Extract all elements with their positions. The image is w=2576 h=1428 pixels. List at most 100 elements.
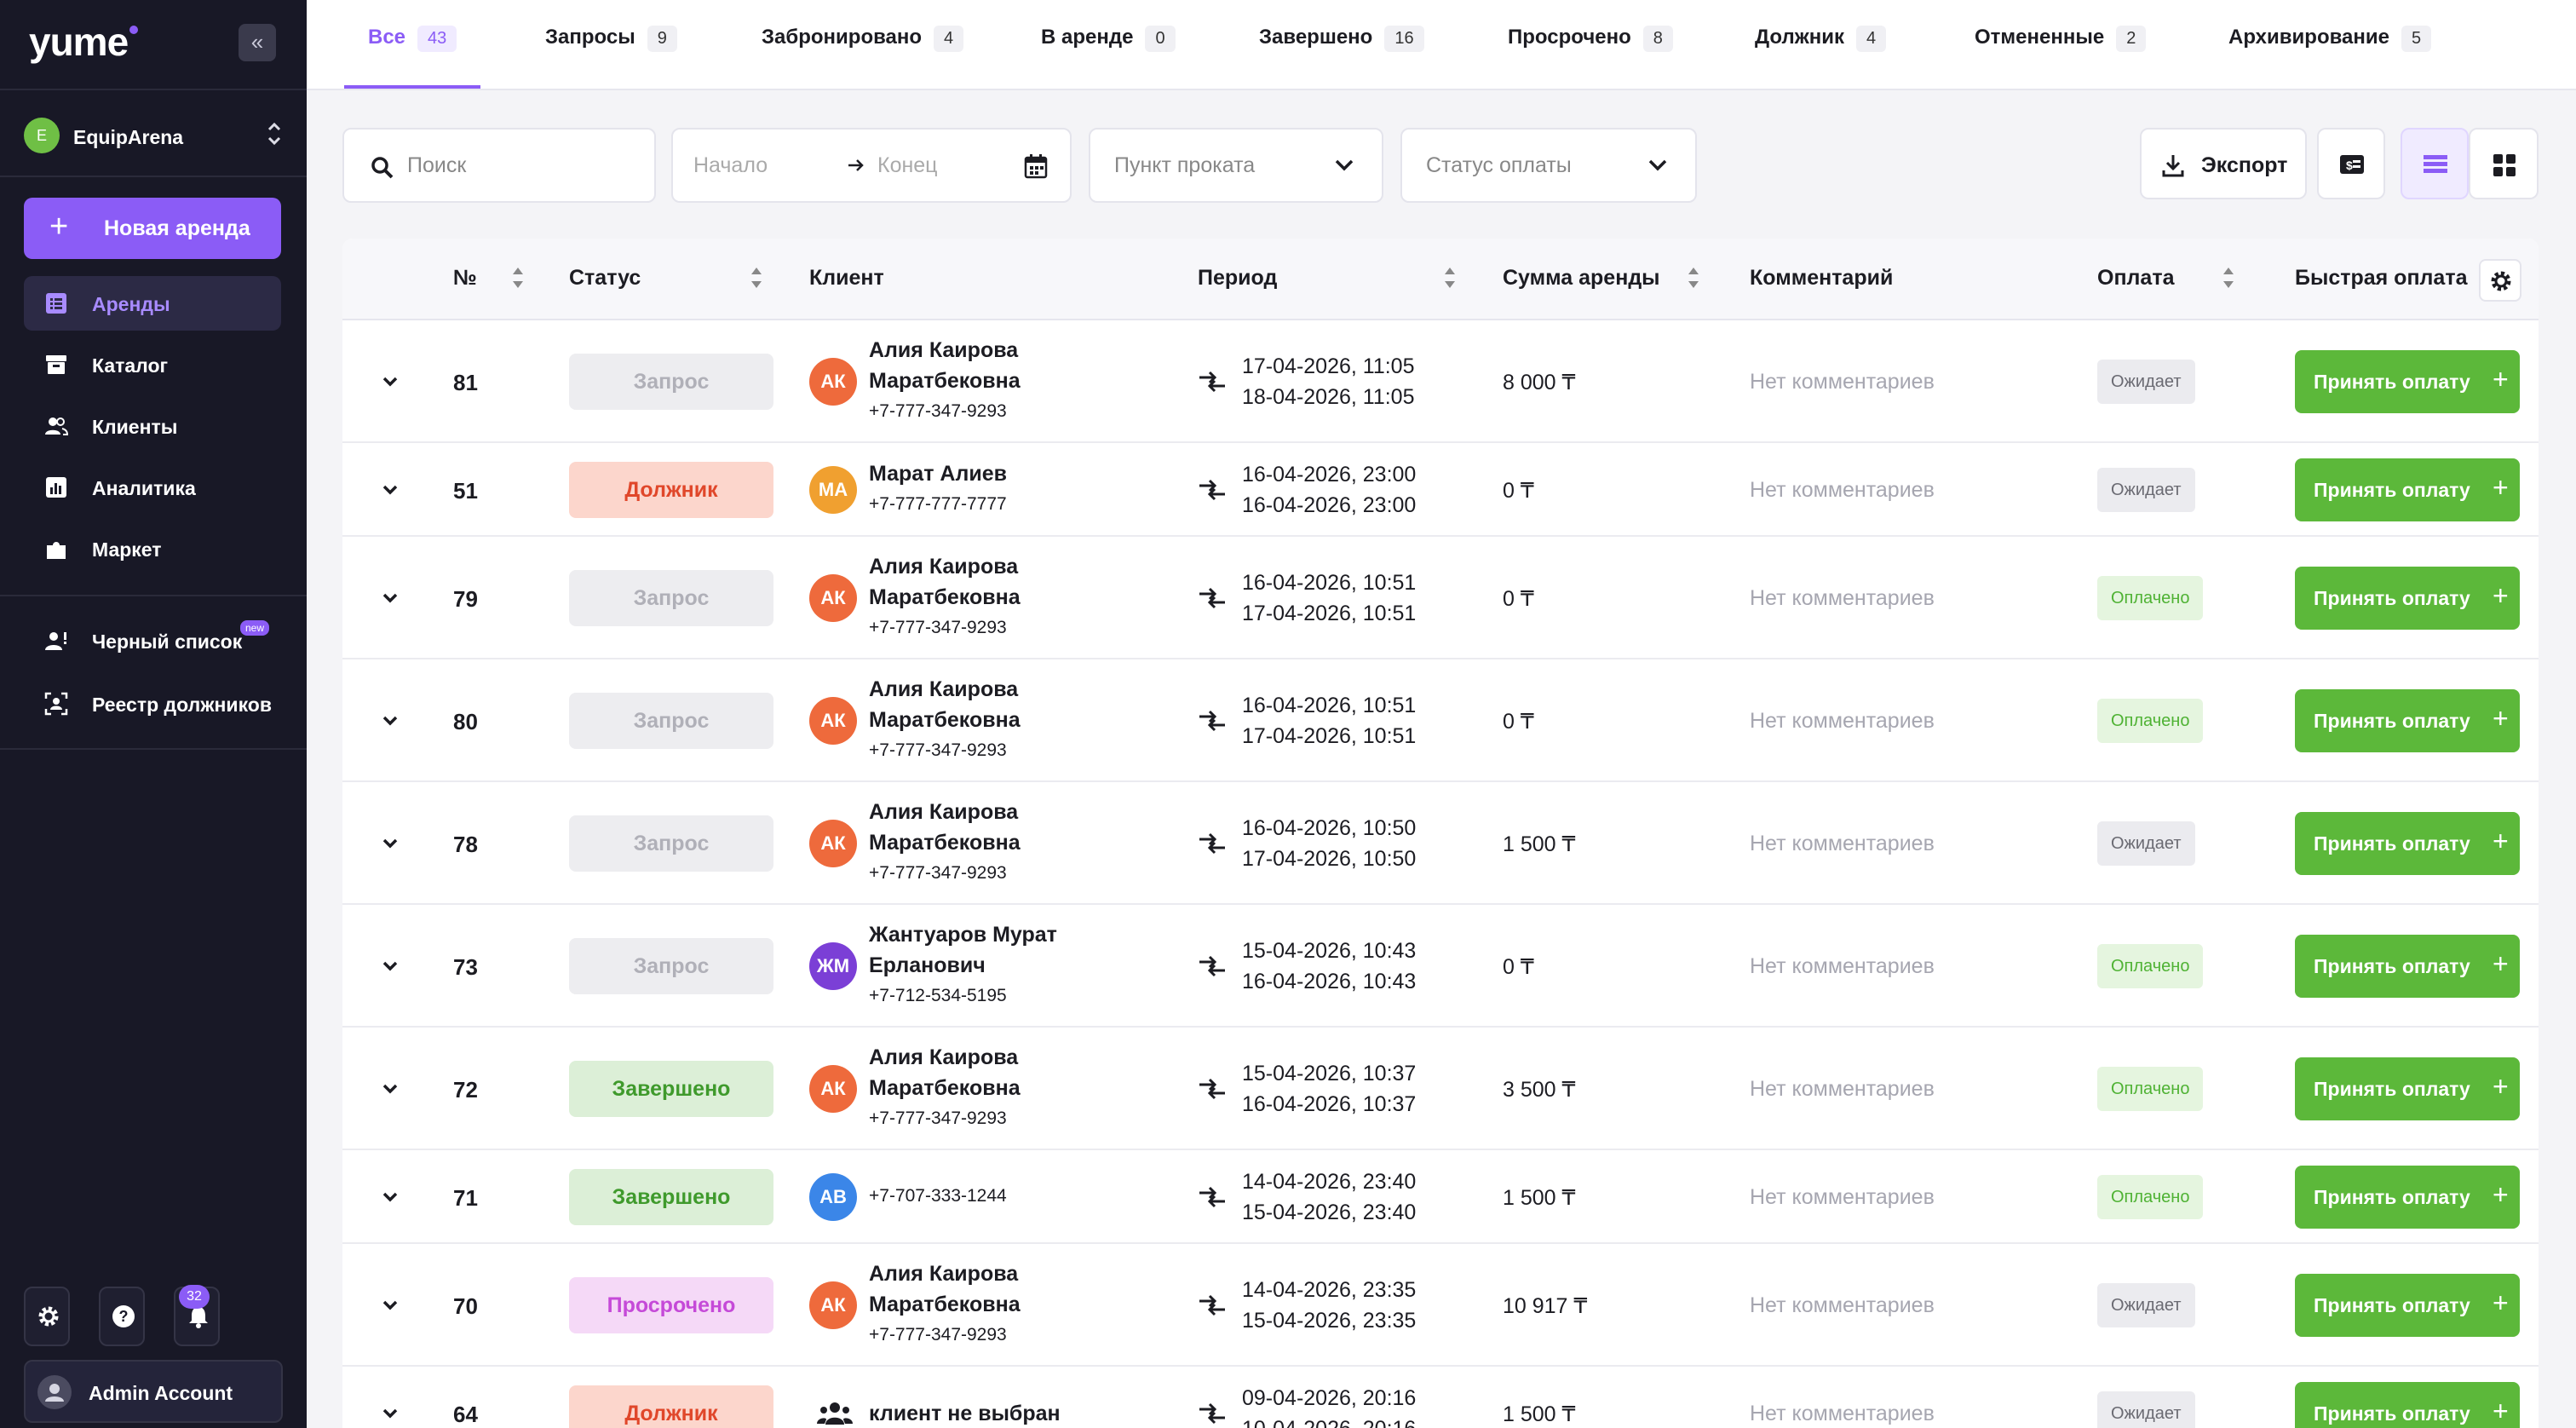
expand-row-chevron-icon[interactable] xyxy=(382,715,399,727)
expand-row-chevron-icon[interactable] xyxy=(382,1083,399,1095)
settings-button[interactable] xyxy=(24,1287,70,1346)
tab-overdue[interactable]: Просрочено 8 xyxy=(1508,26,1673,60)
column-header-period[interactable]: Период xyxy=(1198,266,1277,291)
tab-debtor[interactable]: Должник 4 xyxy=(1755,26,1887,60)
status-badge: Запрос xyxy=(569,938,773,994)
tab-in-rent[interactable]: В аренде 0 xyxy=(1041,26,1176,60)
column-header-amount[interactable]: Сумма аренды xyxy=(1503,266,1660,291)
tab-all[interactable]: Все 43 xyxy=(368,26,457,60)
client-name[interactable]: Алия Каирова xyxy=(869,551,1018,582)
period-arrows-icon xyxy=(1199,1078,1225,1100)
client-name[interactable]: клиент не выбран xyxy=(869,1398,1061,1428)
table-row[interactable]: 78 Запрос АК Алия Каирова Маратбековна +7-777… xyxy=(342,782,2539,905)
column-header-number[interactable]: № xyxy=(453,266,477,291)
rental-location-select[interactable]: Пункт проката xyxy=(1089,128,1383,203)
sidebar-item-blacklist[interactable]: Черный список new xyxy=(24,613,281,668)
period-end: 16-04-2026, 10:43 xyxy=(1242,970,1417,993)
new-rental-button[interactable]: + Новая аренда xyxy=(24,198,281,259)
workspace-switcher[interactable]: E EquipArena xyxy=(24,116,283,157)
workspace-avatar: E xyxy=(24,118,60,153)
client-name-line2[interactable]: Маратбековна xyxy=(869,1289,1021,1320)
sidebar-item-catalog[interactable]: Каталог xyxy=(24,337,281,392)
tab-requests[interactable]: Запросы 9 xyxy=(545,26,677,60)
table-row[interactable]: 51 Должник МА Марат Алиев +7-777-777-7777 16-… xyxy=(342,443,2539,537)
tab-cancelled[interactable]: Отмененные 2 xyxy=(1975,26,2147,60)
table-settings-button[interactable] xyxy=(2479,259,2521,302)
sidebar-item-market[interactable]: Маркет xyxy=(24,521,281,576)
search-input[interactable]: Поиск xyxy=(342,128,656,203)
accept-payment-button[interactable]: Принять оплату + xyxy=(2295,1274,2520,1337)
table-row[interactable]: 64 Должник клиент не выбран 09-04-2026, 20:… xyxy=(342,1367,2539,1428)
expand-row-chevron-icon[interactable] xyxy=(382,960,399,972)
client-name[interactable]: Алия Каирова xyxy=(869,797,1018,827)
client-name[interactable]: Алия Каирова xyxy=(869,674,1018,705)
expand-row-chevron-icon[interactable] xyxy=(382,1299,399,1311)
client-name[interactable]: Алия Каирова xyxy=(869,1258,1018,1289)
expand-row-chevron-icon[interactable] xyxy=(382,376,399,388)
export-button[interactable]: Экспорт xyxy=(2140,128,2307,199)
client-name-line2[interactable]: Ерланович xyxy=(869,950,986,981)
tab-archived[interactable]: Архивирование 5 xyxy=(2228,26,2432,60)
sidebar-item-clients[interactable]: Клиенты xyxy=(24,399,281,453)
sidebar-item-rentals[interactable]: Аренды xyxy=(24,276,281,331)
plus-icon: + xyxy=(2493,826,2509,856)
list-view-toggle[interactable] xyxy=(2401,128,2469,199)
sort-icon[interactable] xyxy=(1687,262,1700,293)
client-name-line2[interactable]: Маратбековна xyxy=(869,366,1021,396)
sort-icon[interactable] xyxy=(750,262,763,293)
column-header-payment[interactable]: Оплата xyxy=(2097,266,2174,291)
accept-payment-button[interactable]: Принять оплату + xyxy=(2295,567,2520,630)
accept-payment-button[interactable]: Принять оплату + xyxy=(2295,350,2520,413)
calendar-icon xyxy=(1024,154,1048,179)
table-row[interactable]: 73 Запрос ЖМ Жантуаров Мурат Ерланович +7-712… xyxy=(342,905,2539,1028)
payment-status-select[interactable]: Статус оплаты xyxy=(1400,128,1697,203)
sidebar-item-analytics[interactable]: Аналитика xyxy=(24,460,281,515)
table-row[interactable]: 70 Просрочено АК Алия Каирова Маратбековна +7… xyxy=(342,1244,2539,1367)
table-row[interactable]: 80 Запрос АК Алия Каирова Маратбековна +7-777… xyxy=(342,659,2539,782)
expand-row-chevron-icon[interactable] xyxy=(382,1191,399,1203)
tab-booked[interactable]: Забронировано 4 xyxy=(762,26,964,60)
client-name-line2[interactable]: Маратбековна xyxy=(869,705,1021,735)
collapse-sidebar-button[interactable]: « xyxy=(239,24,276,61)
accept-payment-button[interactable]: Принять оплату + xyxy=(2295,935,2520,998)
accept-payment-label: Принять оплату xyxy=(2314,955,2470,977)
sort-icon[interactable] xyxy=(1443,262,1457,293)
client-name-line2[interactable]: Маратбековна xyxy=(869,827,1021,858)
sort-icon[interactable] xyxy=(511,262,525,293)
accept-payment-button[interactable]: Принять оплату + xyxy=(2295,689,2520,752)
column-header-status[interactable]: Статус xyxy=(569,266,641,291)
client-name[interactable]: Алия Каирова xyxy=(869,1042,1018,1073)
expand-row-chevron-icon[interactable] xyxy=(382,838,399,849)
accept-payment-button[interactable]: Принять оплату + xyxy=(2295,1166,2520,1229)
date-range-picker[interactable]: Начало Конец xyxy=(671,128,1072,203)
period-arrows-icon xyxy=(1199,832,1225,855)
comment-text: Нет комментариев xyxy=(1750,1402,1935,1425)
table-row[interactable]: 79 Запрос АК Алия Каирова Маратбековна +7-777… xyxy=(342,537,2539,659)
expand-row-chevron-icon[interactable] xyxy=(382,1408,399,1419)
cashier-view-button[interactable]: $ xyxy=(2317,128,2385,199)
accept-payment-button[interactable]: Принять оплату + xyxy=(2295,812,2520,875)
help-button[interactable]: ? xyxy=(99,1287,145,1346)
client-name[interactable]: Алия Каирова xyxy=(869,335,1018,366)
client-name[interactable]: Марат Алиев xyxy=(869,458,1007,489)
accept-payment-button[interactable]: Принять оплату + xyxy=(2295,1382,2520,1428)
grid-view-toggle[interactable] xyxy=(2469,128,2539,199)
client-name[interactable]: Жантуаров Мурат xyxy=(869,919,1057,950)
tab-completed[interactable]: Завершено 16 xyxy=(1259,26,1424,60)
table-row[interactable]: 81 Запрос АК Алия Каирова Маратбековна +7-777… xyxy=(342,320,2539,443)
client-name-line2[interactable]: Маратбековна xyxy=(869,1073,1021,1103)
accept-payment-button[interactable]: Принять оплату + xyxy=(2295,458,2520,521)
table-row[interactable]: 71 Завершено АВ +7-707-333-1244 14-04-2026, … xyxy=(342,1150,2539,1244)
app-logo[interactable]: yume xyxy=(29,19,139,65)
sidebar-item-label: Клиенты xyxy=(92,416,178,438)
payment-status-badge: Оплачено xyxy=(2097,699,2204,743)
account-button[interactable]: Admin Account xyxy=(24,1360,283,1423)
client-name-line2[interactable]: Маратбековна xyxy=(869,582,1021,613)
sidebar-item-debtors-registry[interactable]: Реестр должников xyxy=(24,677,281,731)
sort-icon[interactable] xyxy=(2222,262,2235,293)
accept-payment-label: Принять оплату xyxy=(2314,1186,2470,1208)
expand-row-chevron-icon[interactable] xyxy=(382,484,399,496)
table-row[interactable]: 72 Завершено АК Алия Каирова Маратбековна +7-… xyxy=(342,1028,2539,1150)
expand-row-chevron-icon[interactable] xyxy=(382,592,399,604)
accept-payment-button[interactable]: Принять оплату + xyxy=(2295,1057,2520,1120)
